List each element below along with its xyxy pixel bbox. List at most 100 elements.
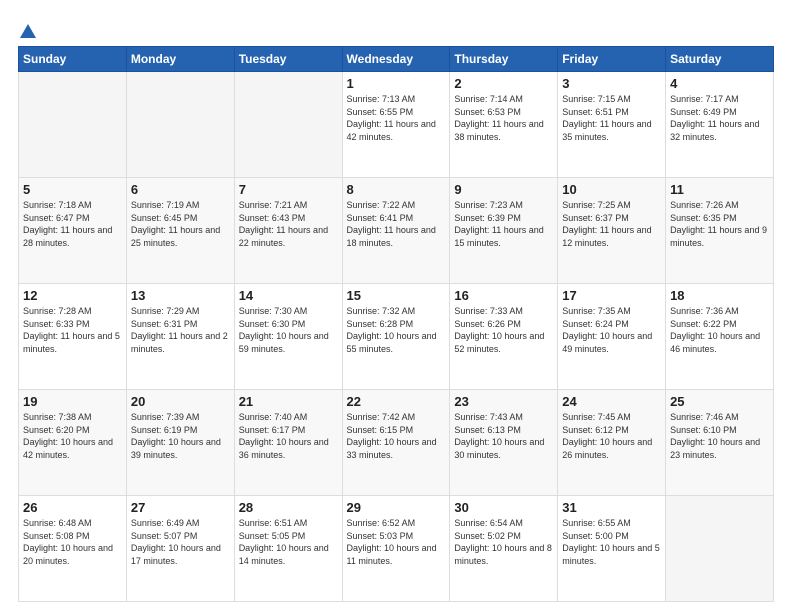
day-info: Sunrise: 7:28 AM Sunset: 6:33 PM Dayligh… xyxy=(23,305,122,355)
day-number: 27 xyxy=(131,500,230,515)
header-saturday: Saturday xyxy=(666,47,774,72)
day-info: Sunrise: 7:30 AM Sunset: 6:30 PM Dayligh… xyxy=(239,305,338,355)
day-number: 23 xyxy=(454,394,553,409)
calendar-cell: 10 Sunrise: 7:25 AM Sunset: 6:37 PM Dayli… xyxy=(558,178,666,284)
calendar-cell: 8Sunrise: 7:22 AM Sunset: 6:41 PM Daylig… xyxy=(342,178,450,284)
day-number: 7 xyxy=(239,182,338,197)
day-info: Sunrise: 7:18 AM Sunset: 6:47 PM Dayligh… xyxy=(23,199,122,249)
calendar-cell: 21 Sunrise: 7:40 AM Sunset: 6:17 PM Dayli… xyxy=(234,390,342,496)
day-info: Sunrise: 7:32 AM Sunset: 6:28 PM Dayligh… xyxy=(347,305,446,355)
day-info: Sunrise: 7:19 AM Sunset: 6:45 PM Dayligh… xyxy=(131,199,230,249)
day-number: 31 xyxy=(562,500,661,515)
day-info: Sunrise: 7:43 AM Sunset: 6:13 PM Dayligh… xyxy=(454,411,553,461)
day-number: 8 xyxy=(347,182,446,197)
calendar-header-row: SundayMondayTuesdayWednesdayThursdayFrid… xyxy=(19,47,774,72)
day-info: Sunrise: 6:51 AM Sunset: 5:05 PM Dayligh… xyxy=(239,517,338,567)
header-monday: Monday xyxy=(126,47,234,72)
day-number: 14 xyxy=(239,288,338,303)
day-info: Sunrise: 6:52 AM Sunset: 5:03 PM Dayligh… xyxy=(347,517,446,567)
page: SundayMondayTuesdayWednesdayThursdayFrid… xyxy=(0,0,792,612)
day-number: 1 xyxy=(347,76,446,91)
calendar-cell: 22 Sunrise: 7:42 AM Sunset: 6:15 PM Dayli… xyxy=(342,390,450,496)
calendar-week-row: 1 Sunrise: 7:13 AM Sunset: 6:55 PM Daylig… xyxy=(19,72,774,178)
day-number: 10 xyxy=(562,182,661,197)
calendar-cell: 29 Sunrise: 6:52 AM Sunset: 5:03 PM Dayli… xyxy=(342,496,450,602)
day-info: Sunrise: 7:21 AM Sunset: 6:43 PM Dayligh… xyxy=(239,199,338,249)
day-number: 16 xyxy=(454,288,553,303)
day-number: 3 xyxy=(562,76,661,91)
calendar-cell: 26 Sunrise: 6:48 AM Sunset: 5:08 PM Dayli… xyxy=(19,496,127,602)
calendar-week-row: 26 Sunrise: 6:48 AM Sunset: 5:08 PM Dayli… xyxy=(19,496,774,602)
day-info: Sunrise: 7:35 AM Sunset: 6:24 PM Dayligh… xyxy=(562,305,661,355)
calendar-cell: 17 Sunrise: 7:35 AM Sunset: 6:24 PM Dayli… xyxy=(558,284,666,390)
day-number: 4 xyxy=(670,76,769,91)
day-number: 19 xyxy=(23,394,122,409)
day-info: Sunrise: 7:26 AM Sunset: 6:35 PM Dayligh… xyxy=(670,199,769,249)
day-info: Sunrise: 7:39 AM Sunset: 6:19 PM Dayligh… xyxy=(131,411,230,461)
calendar-cell: 30Sunrise: 6:54 AM Sunset: 5:02 PM Dayli… xyxy=(450,496,558,602)
calendar-cell: 27Sunrise: 6:49 AM Sunset: 5:07 PM Dayli… xyxy=(126,496,234,602)
calendar-cell: 23 Sunrise: 7:43 AM Sunset: 6:13 PM Dayli… xyxy=(450,390,558,496)
day-number: 15 xyxy=(347,288,446,303)
day-info: Sunrise: 6:55 AM Sunset: 5:00 PM Dayligh… xyxy=(562,517,661,567)
calendar-cell: 16Sunrise: 7:33 AM Sunset: 6:26 PM Dayli… xyxy=(450,284,558,390)
day-number: 9 xyxy=(454,182,553,197)
logo xyxy=(18,22,38,38)
calendar-cell: 3 Sunrise: 7:15 AM Sunset: 6:51 PM Daylig… xyxy=(558,72,666,178)
day-number: 12 xyxy=(23,288,122,303)
header xyxy=(18,18,774,38)
day-info: Sunrise: 7:29 AM Sunset: 6:31 PM Dayligh… xyxy=(131,305,230,355)
day-info: Sunrise: 7:36 AM Sunset: 6:22 PM Dayligh… xyxy=(670,305,769,355)
day-number: 25 xyxy=(670,394,769,409)
day-number: 30 xyxy=(454,500,553,515)
calendar-cell: 1 Sunrise: 7:13 AM Sunset: 6:55 PM Daylig… xyxy=(342,72,450,178)
day-number: 11 xyxy=(670,182,769,197)
calendar-cell xyxy=(666,496,774,602)
day-info: Sunrise: 7:42 AM Sunset: 6:15 PM Dayligh… xyxy=(347,411,446,461)
header-sunday: Sunday xyxy=(19,47,127,72)
day-number: 26 xyxy=(23,500,122,515)
day-number: 6 xyxy=(131,182,230,197)
header-tuesday: Tuesday xyxy=(234,47,342,72)
day-number: 17 xyxy=(562,288,661,303)
day-number: 29 xyxy=(347,500,446,515)
calendar-week-row: 12 Sunrise: 7:28 AM Sunset: 6:33 PM Dayli… xyxy=(19,284,774,390)
day-info: Sunrise: 7:25 AM Sunset: 6:37 PM Dayligh… xyxy=(562,199,661,249)
calendar-cell: 2 Sunrise: 7:14 AM Sunset: 6:53 PM Daylig… xyxy=(450,72,558,178)
calendar-cell: 13 Sunrise: 7:29 AM Sunset: 6:31 PM Dayli… xyxy=(126,284,234,390)
calendar-cell xyxy=(126,72,234,178)
calendar-cell: 9Sunrise: 7:23 AM Sunset: 6:39 PM Daylig… xyxy=(450,178,558,284)
calendar-week-row: 19Sunrise: 7:38 AM Sunset: 6:20 PM Dayli… xyxy=(19,390,774,496)
day-number: 28 xyxy=(239,500,338,515)
day-number: 2 xyxy=(454,76,553,91)
calendar-cell: 11 Sunrise: 7:26 AM Sunset: 6:35 PM Dayli… xyxy=(666,178,774,284)
logo-icon xyxy=(19,22,37,40)
calendar-cell: 12 Sunrise: 7:28 AM Sunset: 6:33 PM Dayli… xyxy=(19,284,127,390)
day-info: Sunrise: 7:15 AM Sunset: 6:51 PM Dayligh… xyxy=(562,93,661,143)
day-info: Sunrise: 7:46 AM Sunset: 6:10 PM Dayligh… xyxy=(670,411,769,461)
calendar-week-row: 5 Sunrise: 7:18 AM Sunset: 6:47 PM Daylig… xyxy=(19,178,774,284)
calendar-cell: 6 Sunrise: 7:19 AM Sunset: 6:45 PM Daylig… xyxy=(126,178,234,284)
day-info: Sunrise: 7:13 AM Sunset: 6:55 PM Dayligh… xyxy=(347,93,446,143)
day-number: 13 xyxy=(131,288,230,303)
calendar-cell: 31 Sunrise: 6:55 AM Sunset: 5:00 PM Dayli… xyxy=(558,496,666,602)
calendar-cell: 25 Sunrise: 7:46 AM Sunset: 6:10 PM Dayli… xyxy=(666,390,774,496)
header-thursday: Thursday xyxy=(450,47,558,72)
day-info: Sunrise: 7:14 AM Sunset: 6:53 PM Dayligh… xyxy=(454,93,553,143)
day-number: 5 xyxy=(23,182,122,197)
calendar-cell: 24 Sunrise: 7:45 AM Sunset: 6:12 PM Dayli… xyxy=(558,390,666,496)
calendar-cell: 15 Sunrise: 7:32 AM Sunset: 6:28 PM Dayli… xyxy=(342,284,450,390)
day-info: Sunrise: 7:17 AM Sunset: 6:49 PM Dayligh… xyxy=(670,93,769,143)
calendar-cell: 4 Sunrise: 7:17 AM Sunset: 6:49 PM Daylig… xyxy=(666,72,774,178)
day-number: 20 xyxy=(131,394,230,409)
day-info: Sunrise: 7:40 AM Sunset: 6:17 PM Dayligh… xyxy=(239,411,338,461)
day-number: 22 xyxy=(347,394,446,409)
calendar-cell: 5 Sunrise: 7:18 AM Sunset: 6:47 PM Daylig… xyxy=(19,178,127,284)
calendar-cell: 19Sunrise: 7:38 AM Sunset: 6:20 PM Dayli… xyxy=(19,390,127,496)
calendar-table: SundayMondayTuesdayWednesdayThursdayFrid… xyxy=(18,46,774,602)
day-info: Sunrise: 7:45 AM Sunset: 6:12 PM Dayligh… xyxy=(562,411,661,461)
day-number: 21 xyxy=(239,394,338,409)
day-number: 24 xyxy=(562,394,661,409)
day-info: Sunrise: 6:48 AM Sunset: 5:08 PM Dayligh… xyxy=(23,517,122,567)
calendar-cell xyxy=(19,72,127,178)
